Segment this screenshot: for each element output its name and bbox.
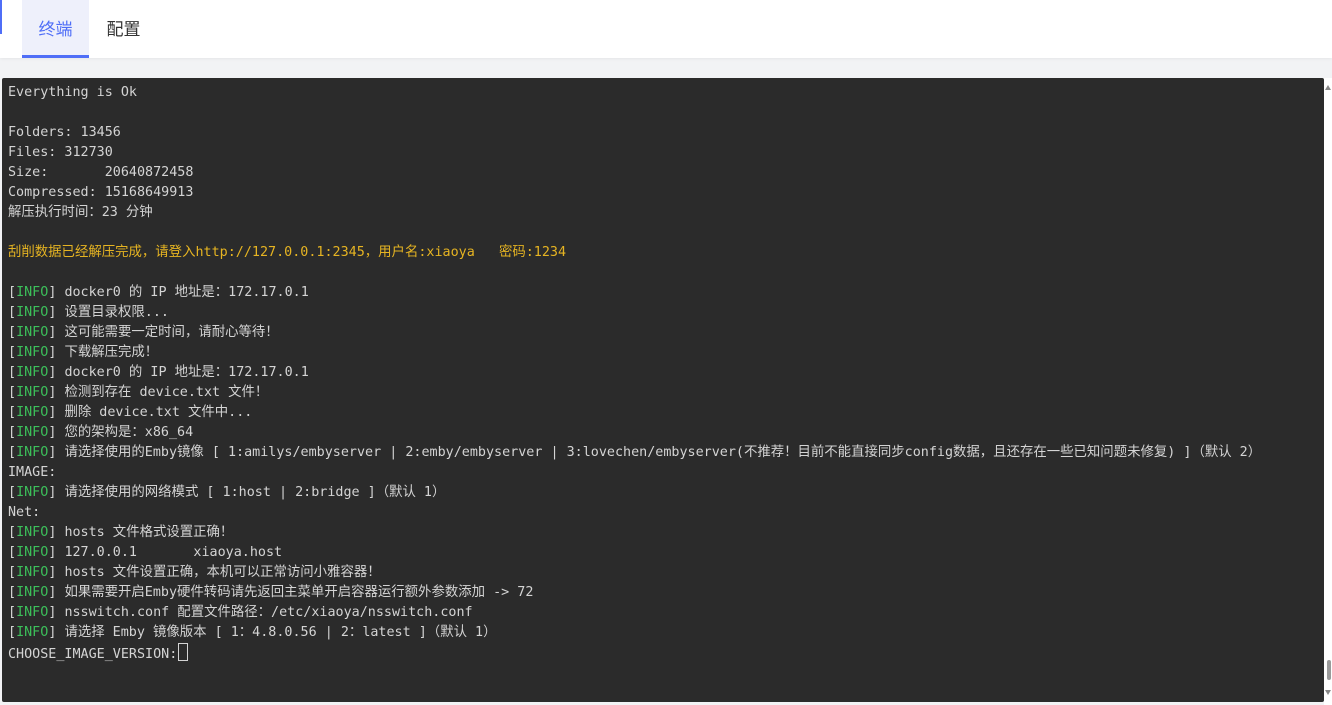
terminal-line: [INFO] nsswitch.conf 配置文件路径：/etc/xiaoya/… (8, 605, 473, 620)
terminal-line: [INFO] 请选择 Emby 镜像版本 [ 1：4.8.0.56 | 2：la… (8, 625, 497, 640)
tab-bar: 终端 配置 (0, 0, 1332, 58)
terminal-output: Everything is Ok Folders: 13456 Files: 312… (2, 78, 1324, 665)
terminal-line: [INFO] 如果需要开启Emby硬件转码请先返回主菜单开启容器运行额外参数添加… (8, 585, 534, 600)
terminal-cursor[interactable] (178, 643, 189, 661)
terminal-line: [INFO] hosts 文件格式设置正确！ (8, 525, 234, 540)
terminal-line-text: hosts 文件格式设置正确！ (64, 525, 234, 540)
tab-terminal[interactable]: 终端 (22, 0, 89, 58)
terminal-line-text: Folders: 13456 (8, 125, 121, 140)
terminal-line: Files: 312730 (8, 143, 1318, 163)
terminal-line: CHOOSE_IMAGE_VERSION: (8, 643, 1318, 665)
tab-config[interactable]: 配置 (96, 0, 151, 55)
terminal-line-text: nsswitch.conf 配置文件路径：/etc/xiaoya/nsswitc… (64, 605, 473, 620)
log-level-tag: INFO (16, 445, 49, 460)
terminal-line: [INFO] docker0 的 IP 地址是：172.17.0.1 (8, 285, 309, 300)
terminal-line-text: 设置目录权限... (64, 305, 169, 320)
terminal-line-text: 检测到存在 device.txt 文件！ (64, 385, 269, 400)
terminal-line-text: 删除 device.txt 文件中... (64, 405, 253, 420)
terminal-line: [INFO] docker0 的 IP 地址是：172.17.0.1 (8, 365, 309, 380)
terminal-line: [INFO] 请选择使用的网络模式 [ 1:host | 2:bridge ]（… (8, 485, 446, 500)
terminal-line: [INFO] 下载解压完成！ (8, 345, 159, 360)
log-level-tag: INFO (16, 585, 49, 600)
log-level-tag: INFO (16, 605, 49, 620)
terminal-line: [INFO] 删除 device.txt 文件中... (8, 405, 253, 420)
terminal-line-text: Size: 20640872458 (8, 165, 194, 180)
terminal-panel[interactable]: Everything is Ok Folders: 13456 Files: 312… (2, 78, 1324, 702)
terminal-line-text: 请选择使用的网络模式 [ 1:host | 2:bridge ]（默认 1） (64, 485, 446, 500)
log-level-tag: INFO (16, 385, 49, 400)
terminal-line-text: 请选择 Emby 镜像版本 [ 1：4.8.0.56 | 2：latest ]（… (64, 625, 497, 640)
terminal-line-text: 这可能需要一定时间，请耐心等待！ (64, 325, 279, 340)
terminal-line: IMAGE: (8, 463, 1318, 483)
log-level-tag: INFO (16, 345, 49, 360)
terminal-line: [INFO] 设置目录权限... (8, 305, 169, 320)
log-level-tag: INFO (16, 325, 49, 340)
terminal-line: [INFO] hosts 文件设置正确，本机可以正常访问小雅容器！ (8, 565, 381, 580)
log-level-tag: INFO (16, 625, 49, 640)
terminal-line-text: CHOOSE_IMAGE_VERSION: (8, 647, 178, 662)
log-level-tag: INFO (16, 405, 49, 420)
terminal-line-text: Everything is Ok (8, 85, 137, 100)
terminal-line-text: 解压执行时间：23 分钟 (8, 205, 153, 220)
terminal-line-text: 刮削数据已经解压完成，请登入http://127.0.0.1:2345，用户名:… (8, 245, 567, 260)
scrollbar-thumb[interactable] (1327, 660, 1331, 680)
terminal-line-text: docker0 的 IP 地址是：172.17.0.1 (64, 285, 309, 300)
log-level-tag: INFO (16, 425, 49, 440)
terminal-line-text: 127.0.0.1 xiaoya.host (64, 545, 283, 560)
terminal-line-text: 请选择使用的Emby镜像 [ 1:amilys/embyserver | 2:e… (64, 445, 1262, 460)
terminal-line-text: Files: 312730 (8, 145, 113, 160)
terminal-line: [INFO] 这可能需要一定时间，请耐心等待！ (8, 325, 279, 340)
log-level-tag: INFO (16, 365, 49, 380)
terminal-line-text: Compressed: 15168649913 (8, 185, 194, 200)
terminal-line: Folders: 13456 (8, 123, 1318, 143)
terminal-line: Compressed: 15168649913 (8, 183, 1318, 203)
terminal-line: Net: (8, 503, 1318, 523)
log-level-tag: INFO (16, 545, 49, 560)
terminal-line: Everything is Ok (8, 83, 1318, 103)
terminal-line: 解压执行时间：23 分钟 (8, 203, 1318, 223)
terminal-line: [INFO] 请选择使用的Emby镜像 [ 1:amilys/embyserve… (8, 445, 1262, 460)
page-scrollbar[interactable] (1324, 78, 1332, 705)
terminal-line-text: 您的架构是：x86_64 (64, 425, 194, 440)
scroll-down-arrow-icon[interactable] (1325, 690, 1331, 695)
log-level-tag: INFO (16, 485, 49, 500)
log-level-tag: INFO (16, 305, 49, 320)
terminal-line-text: 下载解压完成！ (64, 345, 159, 360)
terminal-line: Size: 20640872458 (8, 163, 1318, 183)
terminal-line: [INFO] 检测到存在 device.txt 文件！ (8, 385, 269, 400)
scroll-up-arrow-icon[interactable] (1325, 85, 1331, 90)
terminal-line-text: hosts 文件设置正确，本机可以正常访问小雅容器！ (64, 565, 381, 580)
terminal-line-text: Net: (8, 505, 41, 520)
log-level-tag: INFO (16, 285, 49, 300)
terminal-line: [INFO] 127.0.0.1 xiaoya.host (8, 545, 283, 560)
terminal-line: [INFO] 您的架构是：x86_64 (8, 425, 194, 440)
terminal-line-text: IMAGE: (8, 465, 57, 480)
tab-bar-accent-edge (0, 0, 2, 34)
terminal-line-text: docker0 的 IP 地址是：172.17.0.1 (64, 365, 309, 380)
log-level-tag: INFO (16, 565, 49, 580)
log-level-tag: INFO (16, 525, 49, 540)
terminal-line: 刮削数据已经解压完成，请登入http://127.0.0.1:2345，用户名:… (8, 243, 1318, 263)
terminal-line-text: 如果需要开启Emby硬件转码请先返回主菜单开启容器运行额外参数添加 -> 72 (64, 585, 534, 600)
